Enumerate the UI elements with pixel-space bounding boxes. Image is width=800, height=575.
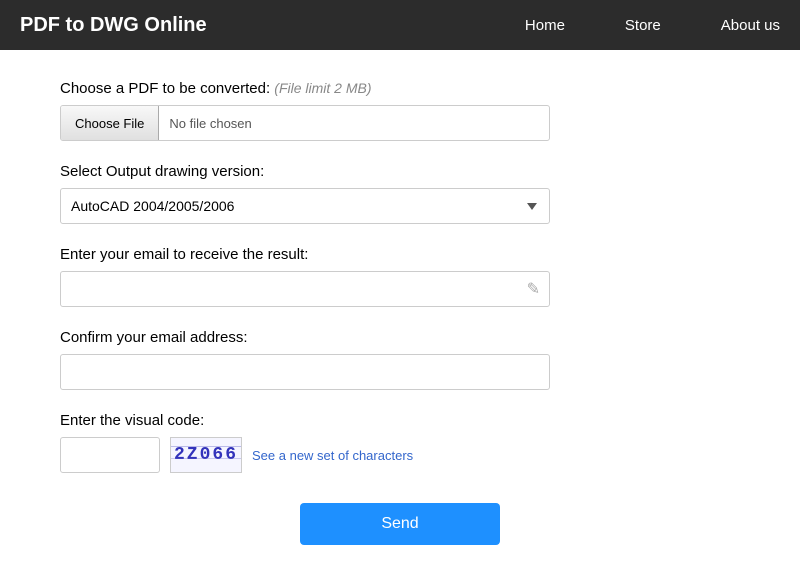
output-version-select[interactable]: AutoCAD 2004/2005/2006 AutoCAD 2007/2008… [60, 188, 550, 224]
file-name-display: No file chosen [159, 116, 549, 131]
confirm-email-label: Confirm your email address: [60, 329, 740, 346]
visual-code-group: Enter the visual code: 2Z066 See a new s… [60, 412, 740, 473]
visual-code-input[interactable] [60, 437, 160, 473]
file-label: Choose a PDF to be converted: (File limi… [60, 80, 740, 97]
nav-store[interactable]: Store [625, 17, 661, 34]
email-group: Enter your email to receive the result: … [60, 246, 740, 307]
output-label: Select Output drawing version: [60, 163, 740, 180]
nav-about[interactable]: About us [721, 17, 780, 34]
send-btn-container: Send [60, 503, 740, 545]
brand: PDF to DWG Online [20, 14, 207, 37]
file-input-container: Choose File No file chosen [60, 105, 550, 141]
visual-code-label: Enter the visual code: [60, 412, 740, 429]
navbar: PDF to DWG Online Home Store About us [0, 0, 800, 50]
nav-links: Home Store About us [525, 17, 780, 34]
visual-code-container: 2Z066 See a new set of characters [60, 437, 740, 473]
output-version-group: Select Output drawing version: AutoCAD 2… [60, 163, 740, 224]
captcha-image: 2Z066 [170, 437, 242, 473]
confirm-email-group: Confirm your email address: [60, 329, 740, 390]
file-upload-group: Choose a PDF to be converted: (File limi… [60, 80, 740, 141]
nav-home[interactable]: Home [525, 17, 565, 34]
choose-file-button[interactable]: Choose File [61, 106, 159, 140]
email-input-container: ✎ [60, 271, 550, 307]
main-content: Choose a PDF to be converted: (File limi… [0, 50, 800, 575]
email-icon: ✎ [527, 279, 540, 299]
email-label: Enter your email to receive the result: [60, 246, 740, 263]
see-new-chars-link[interactable]: See a new set of characters [252, 448, 413, 463]
file-limit: (File limit 2 MB) [274, 80, 371, 96]
confirm-email-input[interactable] [60, 354, 550, 390]
email-input[interactable] [60, 271, 550, 307]
send-button[interactable]: Send [300, 503, 500, 545]
